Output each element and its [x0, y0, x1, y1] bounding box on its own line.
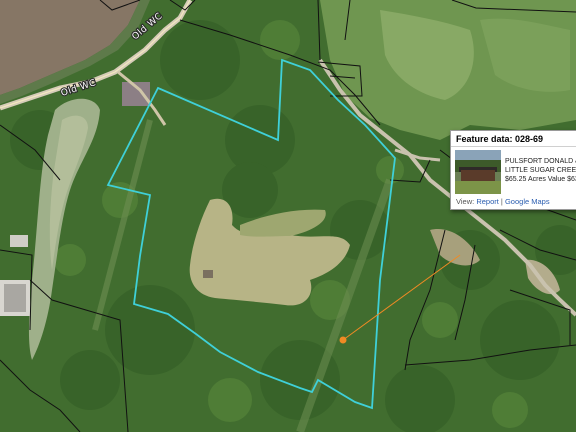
property-photo[interactable] — [455, 150, 501, 194]
popup-acres-value: $65.25 Acres Value $633.30 — [505, 176, 576, 183]
building-small — [10, 235, 28, 247]
building-left-roof — [4, 284, 26, 312]
satellite-map[interactable]: Old WC Old WC Feature data: 028-69 PULSF… — [0, 0, 576, 432]
popup-title: Feature data: 028-69 — [451, 131, 576, 147]
popup-road: LITTLE SUGAR CREEK ROA — [505, 167, 576, 174]
google-maps-link[interactable]: Google Maps — [505, 197, 550, 206]
popup-view-label: View: — [456, 197, 475, 206]
feature-popup[interactable]: Feature data: 028-69 PULSFORT DONALD & W… — [450, 130, 576, 210]
report-link[interactable]: Report — [476, 197, 499, 206]
popup-link-separator: | — [500, 197, 503, 206]
house-structure — [203, 270, 213, 278]
popup-owner: PULSFORT DONALD & WI — [505, 158, 576, 165]
map-canvas[interactable]: Old WC Old WC — [0, 0, 576, 432]
location-marker-icon[interactable] — [339, 336, 347, 344]
